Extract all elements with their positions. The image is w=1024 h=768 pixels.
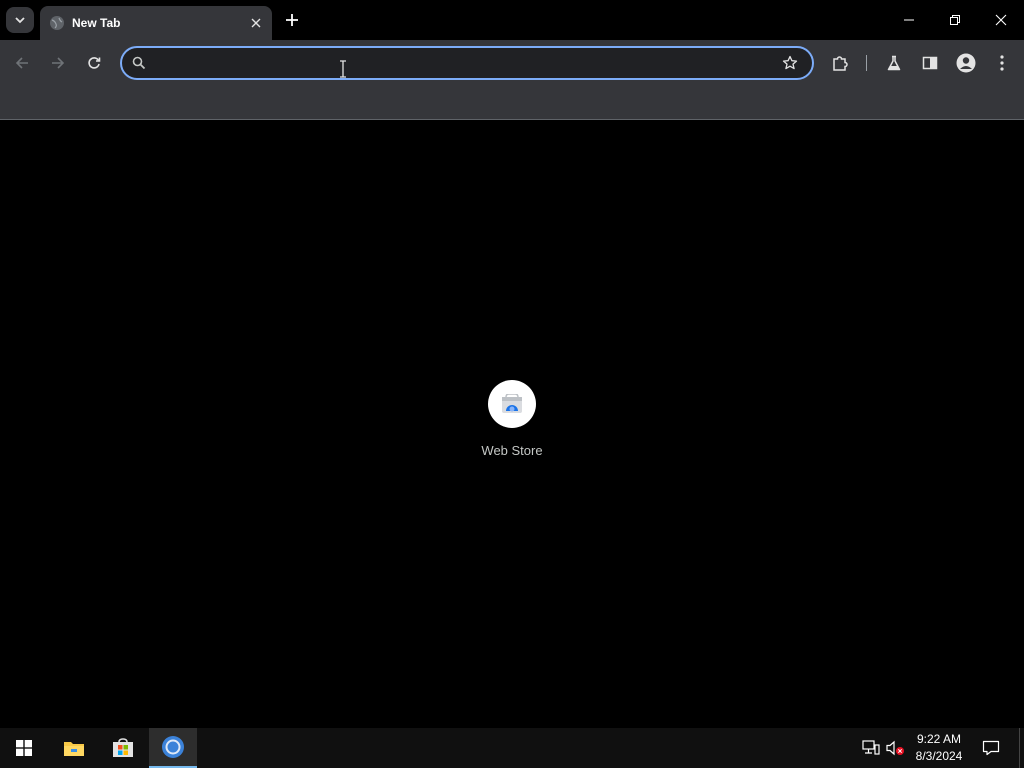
back-arrow-icon xyxy=(15,57,28,69)
network-status-icon[interactable] xyxy=(861,738,881,758)
puzzle-piece-icon xyxy=(833,56,848,71)
tab-close-button[interactable] xyxy=(246,13,266,33)
close-icon xyxy=(251,18,261,28)
restore-icon xyxy=(950,15,960,25)
extensions-button[interactable] xyxy=(827,50,853,76)
side-panel-icon xyxy=(922,56,938,70)
shortcut-web-store[interactable]: Web Store xyxy=(472,380,552,470)
reload-icon xyxy=(88,57,101,69)
tab-new-tab[interactable]: New Tab xyxy=(40,6,272,40)
taskbar-chrome[interactable] xyxy=(149,728,197,768)
taskbar-clock[interactable]: 9:22 AM 8/3/2024 xyxy=(908,731,970,767)
minimize-icon xyxy=(904,19,914,21)
forward-arrow-icon xyxy=(52,57,65,69)
search-icon xyxy=(132,56,146,70)
notification-icon xyxy=(982,740,1000,756)
profile-avatar-icon xyxy=(956,53,976,73)
minimize-button[interactable] xyxy=(886,0,932,40)
start-button[interactable] xyxy=(0,728,48,768)
new-tab-page: Web Store xyxy=(0,121,1024,728)
web-store-icon xyxy=(502,394,522,413)
flask-icon xyxy=(887,55,901,71)
taskbar-file-explorer[interactable] xyxy=(50,728,98,768)
forward-button[interactable] xyxy=(45,50,71,76)
toolbar-divider xyxy=(866,55,867,71)
windows-logo-icon xyxy=(16,740,32,756)
omnibox[interactable] xyxy=(120,46,814,80)
tab-search-button[interactable] xyxy=(6,7,34,33)
plus-icon xyxy=(286,14,298,26)
close-icon xyxy=(995,14,1007,26)
globe-icon xyxy=(50,16,64,30)
bookmarks-bar xyxy=(0,85,1024,120)
star-icon xyxy=(782,55,798,70)
clock-date: 8/3/2024 xyxy=(915,749,963,763)
address-input[interactable] xyxy=(147,49,776,77)
show-desktop-button[interactable] xyxy=(1019,728,1024,768)
chrome-icon xyxy=(162,736,184,758)
text-cursor-icon xyxy=(340,60,346,78)
reload-button[interactable] xyxy=(81,50,107,76)
clock-time: 9:22 AM xyxy=(916,732,962,746)
side-panel-button[interactable] xyxy=(917,50,943,76)
restore-button[interactable] xyxy=(932,0,978,40)
back-button[interactable] xyxy=(9,50,35,76)
bookmark-star-button[interactable] xyxy=(776,49,804,77)
taskbar: 9:22 AM 8/3/2024 xyxy=(0,728,1024,768)
kebab-menu-icon xyxy=(1000,55,1004,71)
labs-button[interactable] xyxy=(881,50,907,76)
taskbar-microsoft-store[interactable] xyxy=(99,728,147,768)
tab-title: New Tab xyxy=(72,16,121,30)
profile-button[interactable] xyxy=(953,50,979,76)
action-center-button[interactable] xyxy=(981,738,1001,758)
speaker-muted-icon xyxy=(886,740,904,756)
new-tab-button[interactable] xyxy=(280,9,304,31)
network-icon xyxy=(862,740,880,755)
chevron-down-icon xyxy=(15,17,25,24)
title-bar: New Tab xyxy=(0,0,1024,40)
microsoft-store-icon xyxy=(113,738,133,757)
file-explorer-icon xyxy=(64,742,84,756)
shortcut-label: Web Store xyxy=(481,443,543,458)
volume-status-icon[interactable] xyxy=(885,738,905,758)
shortcut-tile xyxy=(488,380,536,428)
menu-button[interactable] xyxy=(989,50,1015,76)
close-window-button[interactable] xyxy=(978,0,1024,40)
